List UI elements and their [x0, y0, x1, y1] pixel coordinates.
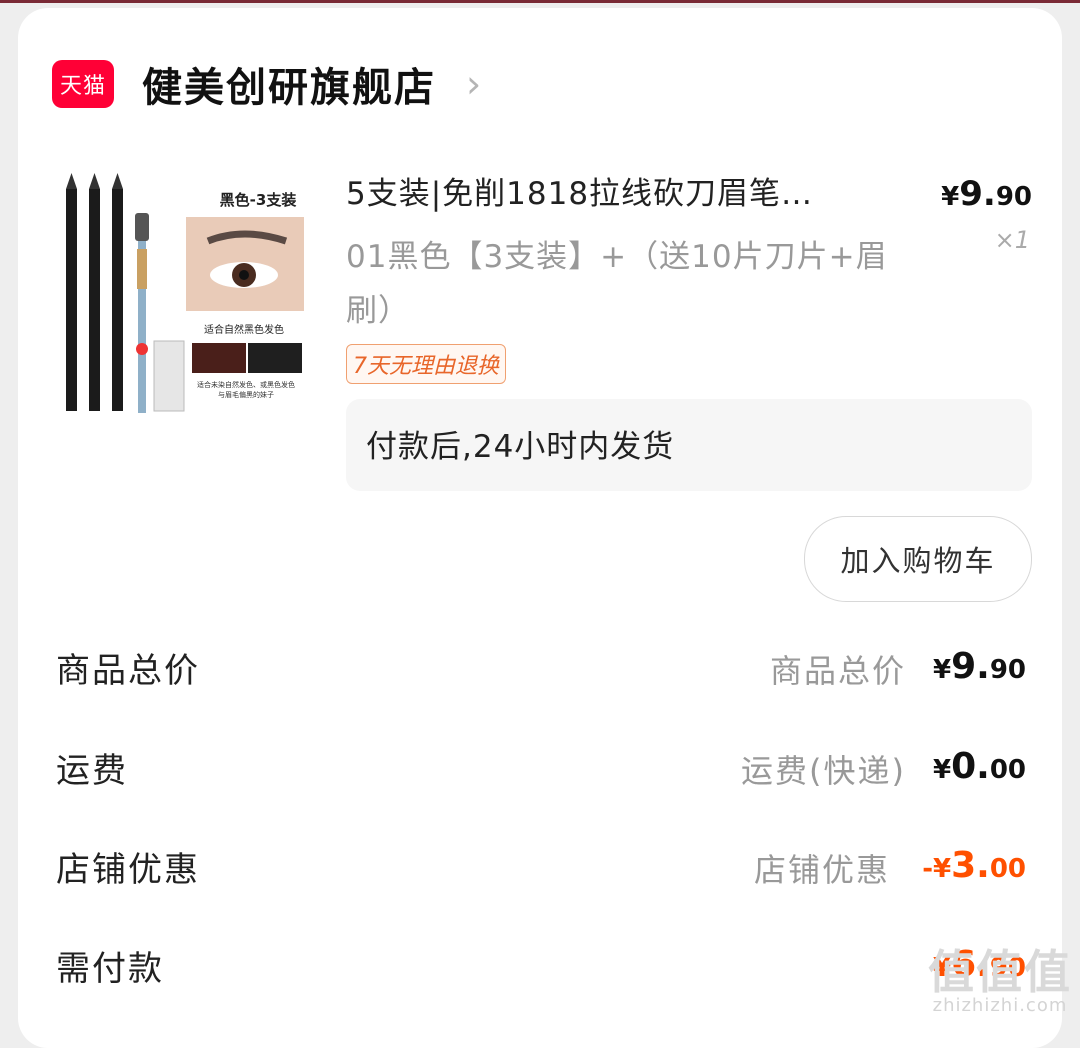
shipping-symbol: ¥ — [932, 755, 952, 785]
product-spec[interactable]: 01黑色【3支装】+（送10片刀片+眉刷） — [346, 230, 906, 338]
site-watermark: 值值值 zhizhizhi.com — [928, 949, 1072, 1016]
delivery-text: 付款后,24小时内发货 — [366, 429, 675, 465]
discount-int: 3. — [951, 845, 990, 886]
shipping-amount: ¥0.00 — [933, 746, 1026, 787]
top-edge — [0, 0, 1080, 3]
total-sub-label: 商品总价 — [769, 652, 906, 690]
product-price: ¥9.90 — [941, 174, 1032, 214]
store-name[interactable]: 健美创研旗舰店 — [142, 55, 436, 113]
total-amount: ¥9.90 — [933, 646, 1026, 687]
add-to-cart-button[interactable]: 加入购物车 — [804, 516, 1032, 602]
image-desc1: 适合自然黑色发色 — [204, 323, 284, 336]
watermark-url: zhizhizhi.com — [932, 995, 1068, 1016]
image-label: 黑色-3支装 — [220, 191, 298, 209]
product-image[interactable]: 黑色-3支装 适合自然黑色发色 适合未染自然发色、或黑色发色 与眉毛偏黑的妹子 — [58, 161, 316, 419]
product-image-art: 黑色-3支装 适合自然黑色发色 适合未染自然发色、或黑色发色 与眉毛偏黑的妹子 — [58, 161, 316, 419]
shipping-label: 运费 — [56, 751, 128, 791]
order-card: 天猫 健美创研旗舰店 › 黑色-3支装 适合自然黑色发色 适合未染自然发色、或黑… — [18, 8, 1062, 1048]
product-title[interactable]: 5支装|免削1818拉线砍刀眉笔… — [346, 168, 916, 213]
shipping-int: 0. — [951, 746, 990, 787]
watermark-text: 值值值 — [928, 945, 1072, 999]
store-discount-amount[interactable]: -¥3.00 — [922, 845, 1026, 886]
chevron-right-icon[interactable]: › — [466, 65, 481, 103]
discount-symbol: -¥ — [922, 854, 952, 884]
pencil-icons — [66, 173, 123, 411]
store-discount-sub-label[interactable]: 店铺优惠 — [754, 845, 890, 891]
pay-amount-label: 需付款 — [56, 949, 164, 989]
total-label: 商品总价 — [56, 651, 200, 691]
price-dec: 90 — [995, 182, 1032, 212]
image-desc3: 与眉毛偏黑的妹子 — [218, 390, 274, 399]
total-symbol: ¥ — [932, 655, 952, 685]
price-int: 9. — [959, 174, 996, 214]
store-header[interactable]: 天猫 健美创研旗舰店 › — [52, 56, 481, 112]
image-desc2: 适合未染自然发色、或黑色发色 — [197, 380, 295, 389]
total-int: 9. — [951, 646, 990, 687]
return-policy-tag: 7天无理由退换 — [346, 344, 506, 384]
tmall-logo: 天猫 — [52, 60, 114, 108]
shipping-sub-label: 运费(快递) — [741, 752, 906, 790]
delivery-info-box: 付款后,24小时内发货 — [346, 399, 1032, 491]
store-discount-label: 店铺优惠 — [56, 850, 200, 890]
total-dec: 90 — [989, 655, 1026, 685]
price-symbol: ¥ — [941, 182, 960, 212]
product-quantity: ×1 — [994, 226, 1030, 254]
shipping-dec: 00 — [989, 755, 1026, 785]
discount-dec: 00 — [989, 854, 1026, 884]
